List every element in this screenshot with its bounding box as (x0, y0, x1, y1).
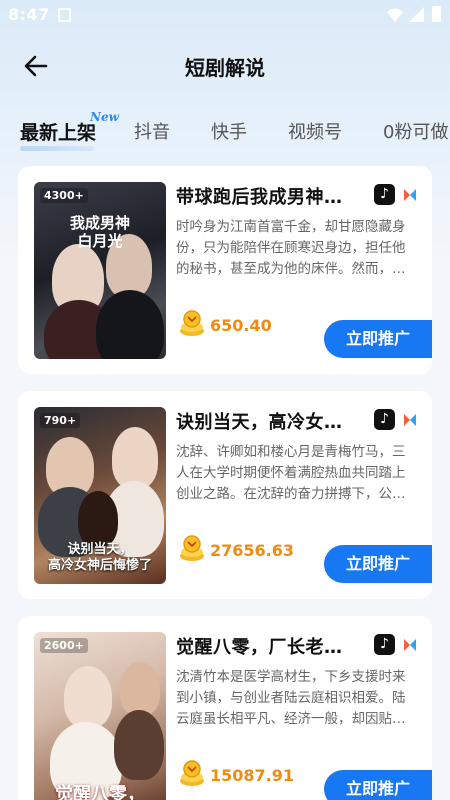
tab-douyin[interactable]: 抖音 (134, 118, 170, 144)
kuaishou-icon (404, 189, 416, 201)
douyin-icon: ♪ (374, 184, 395, 205)
drama-card[interactable]: 4300+ 我成男神 白月光 带球跑后我成男神… ♪ 时吟身为江南首富千金，却甘… (18, 166, 432, 374)
wifi-icon (387, 8, 403, 22)
drama-description: 沈辞、许卿如和楼心月是青梅竹马，三 人在大学时期便怀着满腔热血共同踏上 创业之路… (176, 444, 406, 502)
status-bar: 8:47 (0, 0, 450, 32)
promote-button[interactable]: 立即推广 (324, 320, 432, 358)
drama-description: 沈清竹本是医学高材生，下乡支援时来 到小镇，与创业者陆云庭相识相爱。陆 云庭虽长… (176, 669, 406, 727)
play-count: 4300+ (40, 188, 88, 203)
kuaishou-icon (404, 414, 416, 426)
drama-cover: 790+ 诀别当天， 高冷女神后悔惨了 (34, 407, 166, 584)
platform-icons: ♪ (374, 184, 424, 206)
cover-title: 诀别当天， 高冷女神后悔惨了 (47, 542, 152, 573)
cover-title: 我成男神 白月光 (69, 214, 130, 250)
platform-icons: ♪ (374, 634, 424, 656)
coin-icon (180, 760, 204, 786)
tab-shipinhao[interactable]: 视频号 (288, 118, 342, 144)
promote-button[interactable]: 立即推广 (324, 770, 432, 800)
platform-icons: ♪ (374, 409, 424, 431)
drama-title: 带球跑后我成男神… (176, 187, 343, 208)
commission-price: 15087.91 (210, 766, 295, 785)
coin-icon (180, 310, 204, 336)
drama-card[interactable]: 790+ 诀别当天， 高冷女神后悔惨了 诀别当天，高冷女… ♪ 沈辞、许卿如和楼… (18, 391, 432, 599)
drama-cover: 2600+ 觉醒八零， (34, 632, 166, 800)
drama-cover: 4300+ 我成男神 白月光 (34, 182, 166, 359)
tab-kuaishou[interactable]: 快手 (211, 118, 247, 144)
drama-description: 时吟身为江南首富千金，却甘愿隐藏身 份，只为能陪伴在顾寒迟身边，担任他 的秘书，… (176, 219, 406, 277)
new-badge: New (90, 112, 119, 124)
page-title: 短剧解说 (185, 56, 265, 80)
active-tab-indicator (20, 146, 94, 151)
cover-title: 觉醒八零， (55, 784, 145, 800)
commission-price: 27656.63 (210, 541, 295, 560)
coin-icon (180, 535, 204, 561)
tab-latest[interactable]: 最新上架 (20, 118, 96, 145)
tab-zero-fans[interactable]: 0粉可做 (383, 118, 448, 144)
commission-price: 650.40 (210, 316, 272, 335)
notification-icon (58, 8, 71, 22)
status-time: 8:47 (8, 5, 50, 24)
douyin-icon: ♪ (374, 409, 395, 430)
battery-icon (432, 6, 441, 22)
douyin-icon: ♪ (374, 634, 395, 655)
drama-title: 觉醒八零，厂长老… (176, 637, 343, 658)
signal-icon (409, 7, 424, 22)
kuaishou-icon (404, 639, 416, 651)
play-count: 2600+ (40, 638, 88, 653)
promote-button[interactable]: 立即推广 (324, 545, 432, 583)
drama-card[interactable]: 2600+ 觉醒八零， 觉醒八零，厂长老… ♪ 沈清竹本是医学高材生，下乡支援时… (18, 616, 432, 800)
play-count: 790+ (40, 413, 81, 428)
drama-title: 诀别当天，高冷女… (176, 412, 343, 433)
